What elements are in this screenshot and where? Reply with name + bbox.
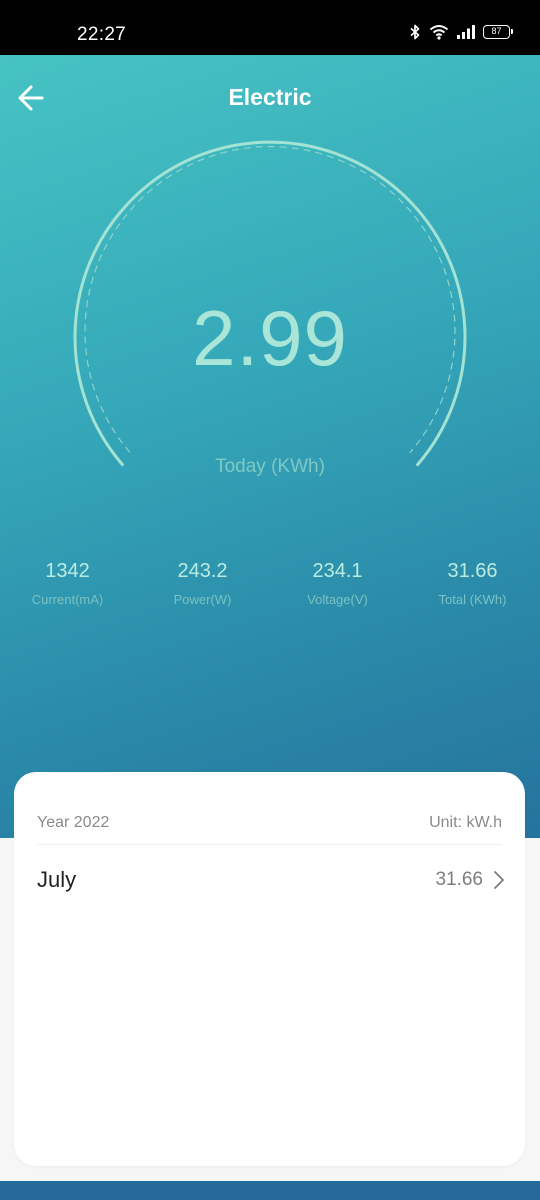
bluetooth-icon — [409, 24, 421, 40]
stat-label: Current(mA) — [31, 592, 104, 607]
signal-icon — [457, 25, 475, 39]
status-time: 22:27 — [77, 24, 127, 45]
month-value: 31.66 — [435, 869, 483, 890]
unit-label: Unit: kW.h — [429, 814, 502, 831]
stat-value: 243.2 — [177, 560, 228, 582]
stat-power: 243.2 Power(W) — [135, 560, 270, 607]
stat-label: Total (KWh) — [438, 592, 507, 607]
stat-label: Voltage(V) — [307, 592, 368, 607]
stat-value: 1342 — [45, 560, 90, 582]
stat-value: 234.1 — [312, 560, 363, 582]
status-bar: 22:27 87 — [0, 0, 540, 55]
stat-value: 31.66 — [447, 560, 498, 582]
gauge-caption: Today (KWh) — [215, 456, 325, 477]
stat-current: 1342 Current(mA) — [0, 560, 135, 607]
gauge-value: 2.99 — [192, 294, 348, 382]
monthly-usage-card: Year 2022 Unit: kW.h July 31.66 — [14, 772, 525, 1166]
page-title: Electric — [228, 84, 312, 110]
stats-row: 1342 Current(mA) 243.2 Power(W) 234.1 Vo… — [0, 560, 540, 607]
stat-label: Power(W) — [173, 592, 232, 607]
month-name: July — [37, 867, 77, 892]
battery-icon: 87 — [483, 25, 513, 39]
card-header: Year 2022 Unit: kW.h — [37, 814, 502, 845]
stat-total: 31.66 Total (KWh) — [405, 560, 540, 607]
bottom-strip — [0, 1181, 540, 1200]
year-label: Year 2022 — [37, 814, 110, 831]
wifi-icon — [429, 24, 449, 40]
stat-voltage: 234.1 Voltage(V) — [270, 560, 405, 607]
chevron-right-icon — [493, 870, 505, 895]
status-icons: 87 — [409, 24, 513, 40]
month-row-july[interactable]: July 31.66 — [37, 865, 505, 899]
